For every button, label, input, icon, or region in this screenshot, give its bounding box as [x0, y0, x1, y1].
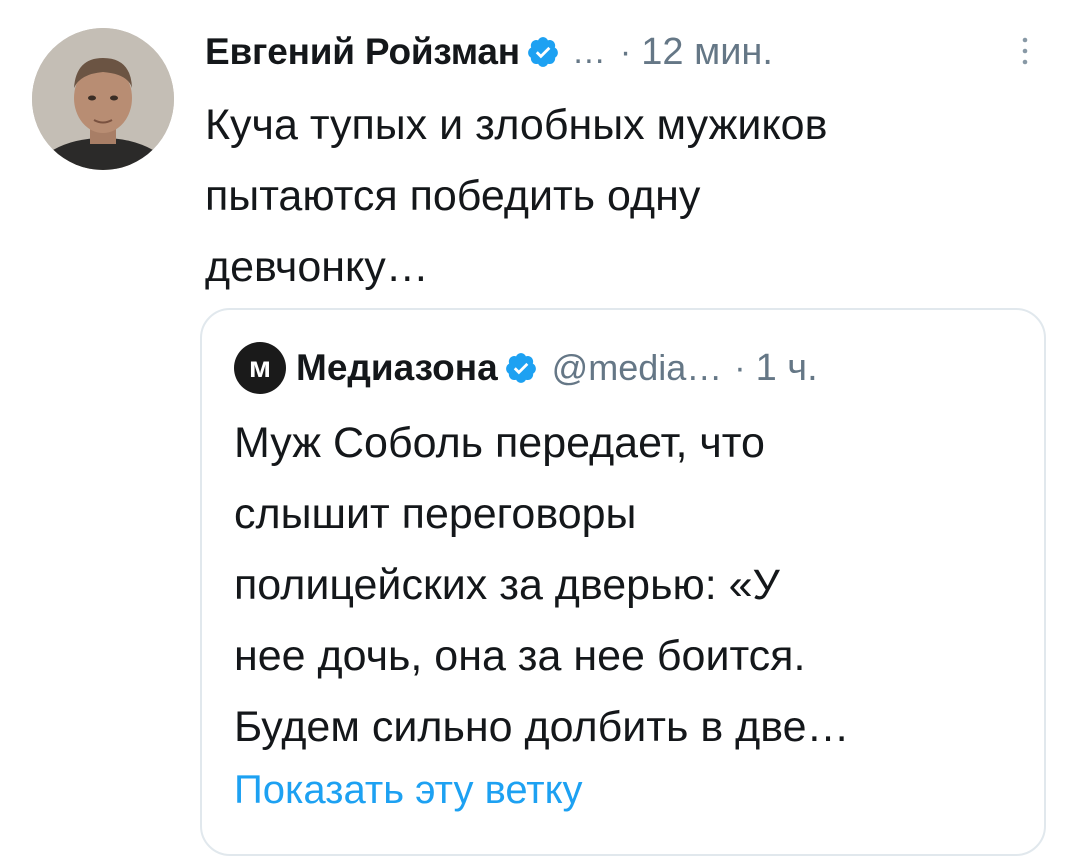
quoted-text-line: полицейских за дверью: «У: [234, 561, 780, 609]
quoted-text-line: Муж Соболь передает, что: [234, 419, 765, 467]
tweet-time[interactable]: 12 мин.: [641, 31, 773, 74]
quoted-author-avatar[interactable]: м: [234, 342, 286, 394]
quoted-text-line: слышит переговоры: [234, 490, 637, 538]
quoted-text-line: Будем сильно долбить в две…: [234, 703, 850, 751]
quoted-author-name[interactable]: Медиазона: [296, 347, 498, 389]
quoted-author-handle[interactable]: @media…: [552, 347, 723, 389]
separator-dot: ·: [619, 32, 632, 71]
author-avatar[interactable]: [32, 28, 174, 170]
show-thread-link[interactable]: Показать эту ветку: [234, 768, 583, 813]
quoted-tweet-card[interactable]: м Медиазона @media… · 1 ч. Муж Соболь пе…: [200, 308, 1046, 856]
author-name[interactable]: Евгений Ройзман: [205, 31, 520, 73]
quoted-text-line: нее дочь, она за нее боится.: [234, 632, 806, 680]
quoted-tweet-header: м Медиазона @media… · 1 ч.: [234, 338, 1024, 398]
verified-badge-icon: [526, 35, 560, 69]
verified-badge-icon: [504, 351, 538, 385]
quoted-tweet-time[interactable]: 1 ч.: [756, 347, 818, 390]
separator-dot: ·: [734, 348, 746, 387]
quoted-tweet-text: Муж Соболь передает, что слышит перегово…: [234, 408, 1024, 763]
person-avatar-icon: [32, 28, 174, 170]
author-handle[interactable]: …: [572, 33, 606, 72]
tweet-header: Евгений Ройзман … · 12 мин.: [205, 22, 1045, 82]
tweet-text: Куча тупых и злобных мужиков пытаются по…: [205, 90, 1045, 303]
more-vertical-icon[interactable]: [1018, 34, 1032, 68]
tweet-text-line: девчонку…: [205, 243, 429, 291]
tweet-text-line: Куча тупых и злобных мужиков: [205, 101, 828, 149]
quoted-avatar-letter: м: [248, 351, 272, 384]
tweet-text-line: пытаются победить одну: [205, 172, 701, 220]
